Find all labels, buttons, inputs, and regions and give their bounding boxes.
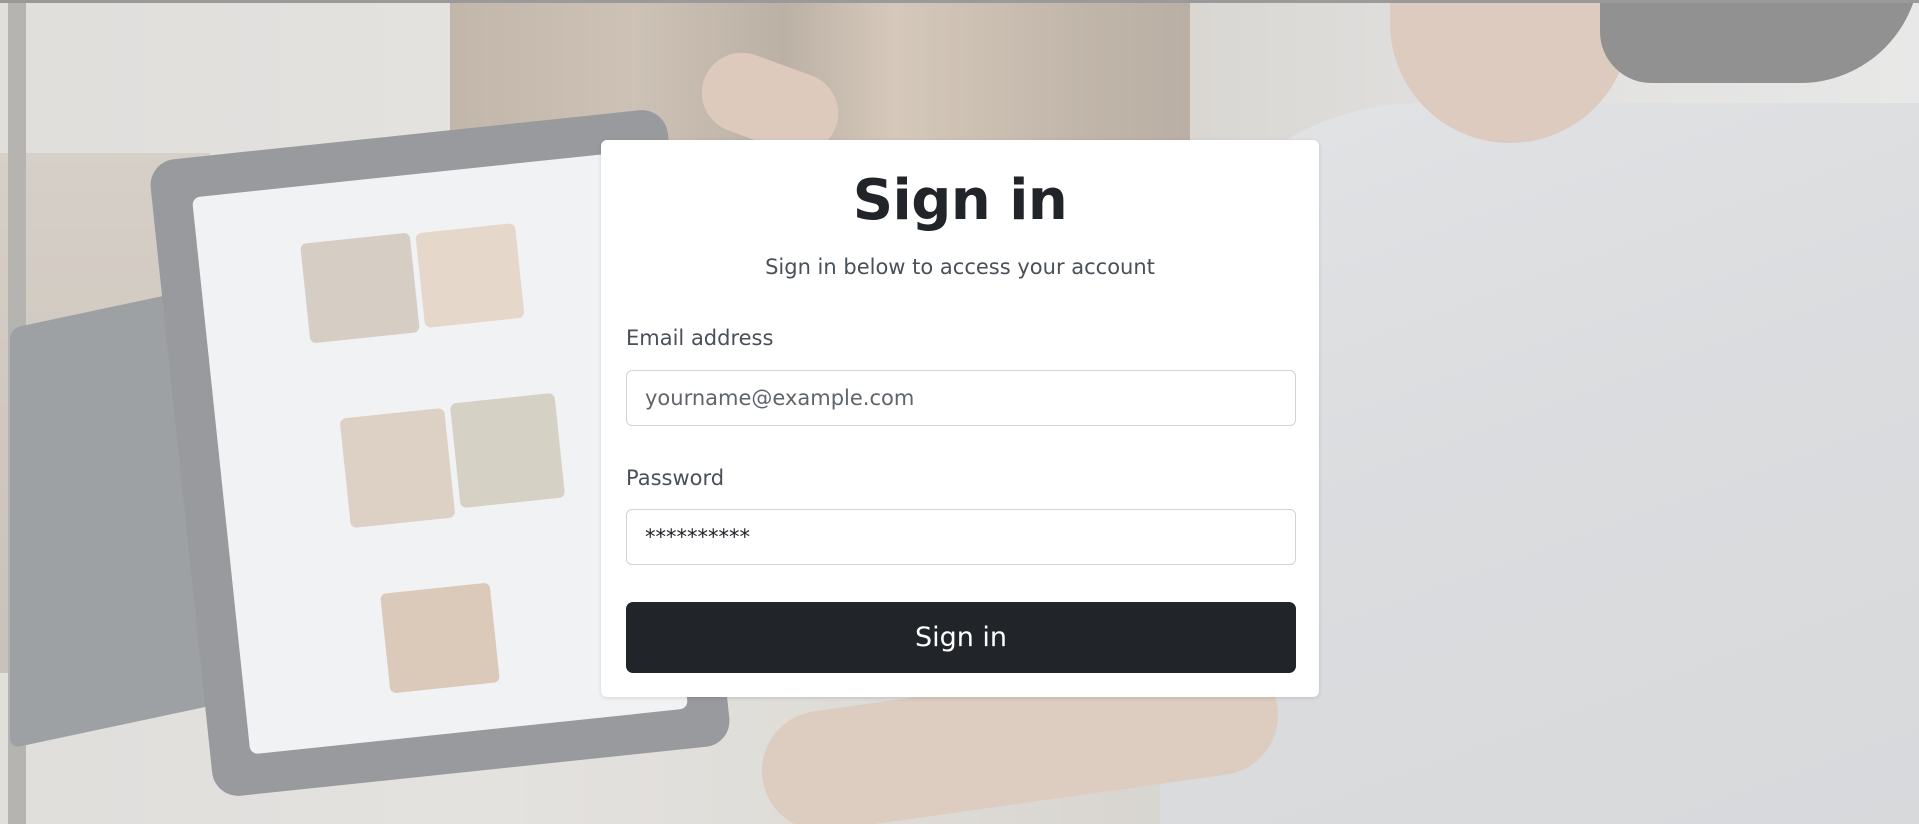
email-field[interactable] bbox=[626, 370, 1296, 426]
page-subtitle: Sign in below to access your account bbox=[765, 255, 1155, 279]
email-label: Email address bbox=[626, 326, 774, 350]
password-field[interactable] bbox=[626, 509, 1296, 565]
sign-in-card: Sign in Sign in below to access your acc… bbox=[601, 140, 1319, 697]
sign-in-button[interactable]: Sign in bbox=[626, 602, 1296, 673]
sign-in-page: Sign in Sign in below to access your acc… bbox=[0, 0, 1919, 824]
page-title: Sign in bbox=[852, 168, 1068, 233]
password-label: Password bbox=[626, 466, 725, 490]
